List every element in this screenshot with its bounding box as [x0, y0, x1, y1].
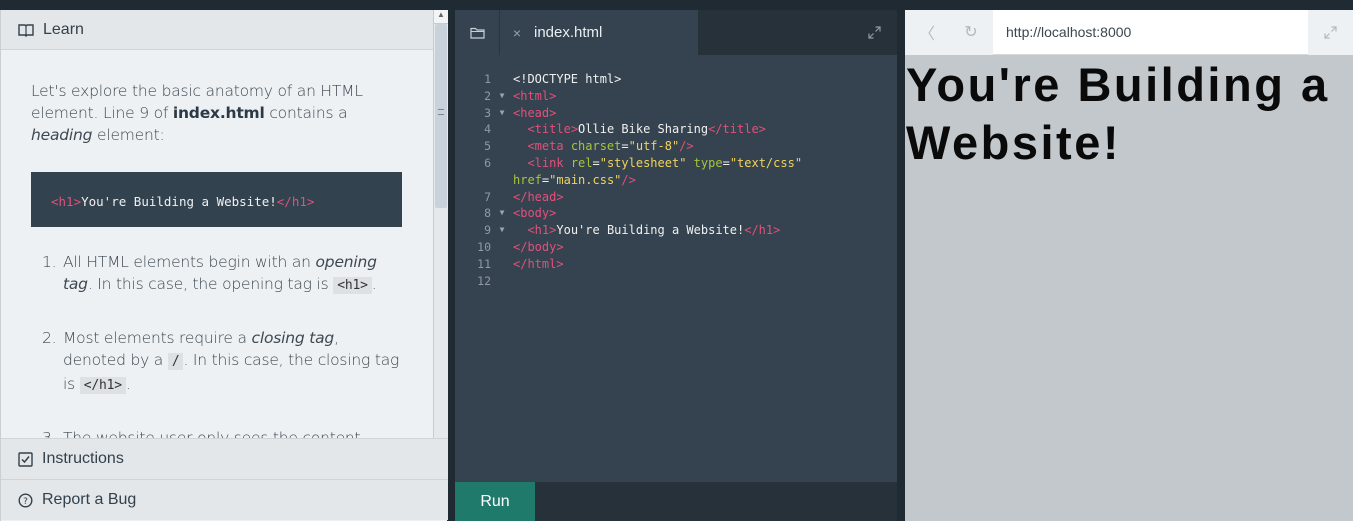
code-text: </body>: [513, 239, 564, 254]
inline-code: <h1>: [333, 277, 372, 294]
browser-preview: 〈 ↻ http://localhost:8000 You're Buildin…: [905, 9, 1353, 521]
svg-text:?: ?: [23, 497, 28, 507]
code-text: <head>: [513, 105, 557, 120]
scroll-up-arrow-icon[interactable]: ▲: [434, 10, 448, 24]
fold-gutter: [491, 256, 513, 273]
inline-code: /: [167, 353, 184, 370]
learn-panel: Learn Let's explore the basic anatomy of…: [0, 10, 448, 521]
code-text: </head>: [513, 189, 564, 204]
code-text: href="main.css"/>: [513, 172, 636, 187]
book-icon: [18, 23, 34, 37]
line-number: 9: [484, 223, 491, 238]
code-text: <html>: [513, 88, 557, 103]
editor-bottom-bar: Run: [455, 482, 897, 521]
code-line[interactable]: 1 <!DOCTYPE html>: [455, 71, 897, 88]
inline-code: </h1>: [79, 377, 126, 394]
code-text: <title>Ollie Bike Sharing</title>: [527, 122, 766, 137]
line-number: 3: [484, 105, 491, 120]
line-number: 11: [477, 256, 491, 271]
list-item: 2. Most elements require a closing tag, …: [42, 329, 400, 394]
example-code-block: <h1>You're Building a Website!</h1>: [31, 172, 402, 227]
report-bug-button[interactable]: ? Report a Bug: [1, 479, 448, 520]
list-item: 3. The website user only sees the conten…: [42, 429, 361, 438]
learn-scrollbar[interactable]: ▲: [433, 10, 448, 438]
fold-gutter: [491, 138, 513, 155]
fold-gutter: [491, 239, 513, 256]
fold-gutter: [491, 273, 513, 290]
line-number: 1: [484, 72, 491, 86]
line-number: 6: [484, 155, 491, 170]
line-number: 7: [484, 189, 491, 204]
preview-heading: You're Building a Website!: [906, 58, 1330, 169]
code-line[interactable]: 9 ▼ <h1>You're Building a Website!</h1>: [455, 222, 897, 239]
checkbox-icon: [18, 451, 33, 467]
line-number: [455, 172, 491, 189]
instructions-button[interactable]: Instructions: [1, 438, 448, 479]
code-line[interactable]: 3 ▼ <head>: [455, 105, 897, 122]
code-editor: × index.html 1 <!DOCTYPE html> 2 ▼ <html> 3 ▼ <…: [455, 10, 897, 521]
fold-gutter: [491, 155, 513, 172]
code-line[interactable]: 10 </body>: [455, 239, 897, 256]
line-number: 10: [477, 239, 491, 254]
fold-gutter: [491, 121, 513, 138]
expand-browser-icon[interactable]: [1308, 9, 1353, 55]
line-number: 4: [484, 122, 491, 137]
back-icon[interactable]: 〈: [905, 9, 949, 55]
code-line[interactable]: 11 </html>: [455, 256, 897, 273]
code-text: <h1>You're Building a Website!</h1>: [527, 223, 781, 238]
list-item: 1. All HTML elements begin with an openi…: [42, 253, 377, 294]
line-number: 8: [484, 206, 491, 221]
instructions-label: Instructions: [42, 450, 124, 467]
code-line[interactable]: 5 <meta charset="utf-8"/>: [455, 138, 897, 155]
fold-arrow-icon[interactable]: ▼: [491, 105, 513, 122]
url-bar[interactable]: http://localhost:8000: [993, 10, 1308, 55]
code-line[interactable]: 8 ▼ <body>: [455, 205, 897, 222]
learn-content: Let's explore the basic anatomy of an HT…: [1, 50, 433, 438]
code-text: <meta charset="utf-8"/>: [527, 139, 694, 154]
file-browser-button[interactable]: [455, 10, 500, 55]
scroll-thumb[interactable]: [435, 24, 447, 208]
tab-index-html[interactable]: × index.html: [500, 10, 698, 55]
fold-gutter: [491, 71, 513, 88]
code-line[interactable]: 6 <link rel="stylesheet" type="text/css": [455, 155, 897, 172]
fold-arrow-icon[interactable]: ▼: [491, 222, 513, 239]
code-text: <link rel="stylesheet" type="text/css": [527, 155, 803, 170]
refresh-icon[interactable]: ↻: [949, 9, 993, 55]
code-line[interactable]: href="main.css"/>: [455, 172, 897, 189]
learn-header[interactable]: Learn: [1, 10, 447, 50]
fold-gutter: [491, 189, 513, 206]
fold-arrow-icon[interactable]: ▼: [491, 205, 513, 222]
line-number: 5: [484, 139, 491, 154]
close-tab-icon[interactable]: ×: [500, 25, 534, 41]
learn-header-label: Learn: [43, 20, 84, 38]
line-number: 2: [484, 88, 491, 103]
code-text: <!DOCTYPE html>: [513, 72, 622, 86]
code-line[interactable]: 4 <title>Ollie Bike Sharing</title>: [455, 121, 897, 138]
code-text: </html>: [513, 256, 564, 271]
fold-gutter: [491, 172, 513, 189]
expand-editor-icon[interactable]: [868, 26, 881, 44]
help-circle-icon: ?: [18, 492, 33, 508]
steps-list: 1. All HTML elements begin with an openi…: [31, 251, 403, 438]
intro-paragraph: Let's explore the basic anatomy of an HT…: [31, 82, 363, 144]
code-line[interactable]: 7 </head>: [455, 189, 897, 206]
file-reference: index.html: [172, 104, 265, 122]
line-number: 12: [477, 273, 491, 288]
run-button[interactable]: Run: [455, 482, 535, 521]
code-line[interactable]: 2 ▼ <html>: [455, 88, 897, 105]
browser-toolbar: 〈 ↻ http://localhost:8000: [905, 9, 1353, 55]
fold-arrow-icon[interactable]: ▼: [491, 88, 513, 105]
code-text: <body>: [513, 206, 557, 221]
code-area[interactable]: 1 <!DOCTYPE html> 2 ▼ <html> 3 ▼ <head> 4 <title…: [455, 55, 897, 482]
tab-label: index.html: [534, 24, 603, 41]
editor-tab-bar: × index.html: [455, 10, 897, 55]
report-bug-label: Report a Bug: [42, 491, 137, 508]
code-line[interactable]: 12: [455, 273, 897, 290]
folder-icon: [469, 27, 485, 39]
